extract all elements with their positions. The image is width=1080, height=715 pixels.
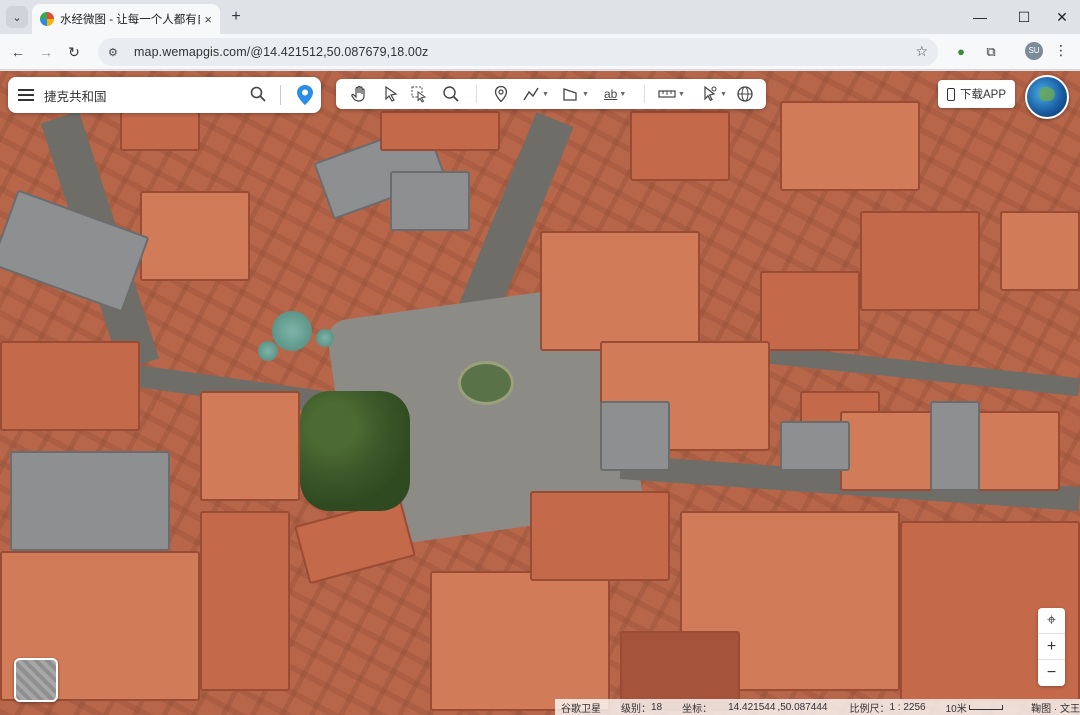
tab-list-icon[interactable]: ⌄ (6, 6, 28, 28)
extension-icon[interactable]: ● (952, 43, 970, 61)
window-maximize-button[interactable]: ☐ (1014, 7, 1034, 27)
bookmark-star-icon[interactable]: ☆ (915, 43, 928, 60)
rooftop (930, 401, 980, 491)
rooftop (600, 401, 670, 471)
base-layer-switcher[interactable] (14, 658, 58, 702)
marker-icon[interactable] (492, 84, 510, 104)
browser-address-bar: ← → ↻ ⚙ map.wemapgis.com/@14.421512,50.0… (0, 34, 1080, 70)
window-close-button[interactable]: ✕ (1052, 7, 1072, 27)
scale-label: 10米 (945, 703, 967, 715)
rooftop (140, 191, 250, 281)
reload-button[interactable]: ↻ (64, 42, 84, 62)
map-status-bar: 谷歌卫星 级别： 18 坐标： 14.421544 , 50.087444 比例… (555, 699, 1080, 715)
coordinate-label: 坐标： (682, 703, 713, 715)
rooftop (120, 111, 200, 151)
url-text: map.wemapgis.com/@14.421512,50.087679,18… (134, 45, 429, 59)
location-pin-icon[interactable] (297, 85, 313, 105)
download-app-button[interactable]: 下载APP (938, 80, 1015, 108)
place-search-box[interactable]: 捷克共和国 (8, 77, 321, 113)
map-credit: 鞠图 · 文王 (1031, 703, 1080, 715)
site-favicon-icon (40, 12, 54, 26)
search-icon[interactable] (250, 86, 266, 102)
pointer-icon[interactable] (382, 84, 400, 104)
rooftop (530, 491, 670, 581)
forward-button[interactable]: → (36, 42, 56, 62)
toolbar-divider (476, 85, 477, 103)
rooftop (540, 231, 700, 351)
rooftop (390, 171, 470, 231)
menu-kebab-icon[interactable]: ⋮ (1054, 42, 1068, 62)
puzzle-icon[interactable]: ⧉ (982, 43, 1000, 61)
pan-hand-icon[interactable] (350, 84, 368, 104)
zoom-in-button[interactable]: + (1038, 634, 1065, 660)
back-button[interactable]: ← (8, 42, 28, 62)
rooftop (860, 211, 980, 311)
church-dome (272, 311, 312, 351)
zoom-out-button[interactable]: − (1038, 660, 1065, 686)
rooftop (200, 511, 290, 691)
rooftop (630, 111, 730, 181)
park-trees (300, 391, 410, 511)
rooftop (430, 571, 610, 711)
rooftop (380, 111, 500, 151)
church-dome (258, 341, 278, 361)
window-minimize-button[interactable]: — (970, 7, 990, 27)
text-label-icon[interactable]: ab ▼ (604, 84, 626, 104)
tab-close-icon[interactable]: × (204, 12, 212, 27)
polygon-icon[interactable]: ▼ (562, 84, 589, 104)
rooftop (10, 451, 170, 551)
jan-hus-memorial (458, 361, 514, 405)
toolbar-divider (644, 85, 645, 103)
longitude-value: 14.421544 (728, 701, 776, 713)
imagery-source: 谷歌卫星 (561, 703, 601, 715)
globe-icon[interactable] (736, 84, 754, 104)
cursor-tools-icon[interactable]: ▼ (700, 84, 727, 104)
browser-tab-bar: ⌄ 水经微图 - 让每一个人都有自己 × + — ☐ ✕ (0, 0, 1080, 34)
zoom-level-value: 18 (651, 701, 663, 713)
street (749, 343, 1080, 397)
church-dome (316, 329, 334, 347)
zoom-level-label: 级别： (621, 703, 651, 715)
zoom-controls: ⌖ + − (1038, 608, 1065, 686)
hamburger-menu-icon[interactable] (18, 89, 34, 101)
tab-title: 水经微图 - 让每一个人都有自己 (60, 14, 200, 26)
rooftop (780, 421, 850, 471)
earth-view-toggle-icon[interactable] (1025, 75, 1069, 119)
rooftop (1000, 211, 1080, 291)
browser-tab-active[interactable]: 水经微图 - 让每一个人都有自己 × (32, 4, 220, 34)
download-app-label: 下载APP (959, 89, 1006, 101)
ruler-icon[interactable]: ▼ (658, 84, 685, 104)
scale-bar (968, 704, 1004, 710)
rooftop (200, 391, 300, 501)
map-tools-toolbar: ▼ ▼ ab ▼ ▼ ▼ (336, 79, 766, 109)
select-box-icon[interactable] (410, 84, 428, 104)
ratio-value: 1 : 2256 (889, 701, 926, 713)
site-settings-icon[interactable]: ⚙ (108, 46, 122, 59)
search-divider (280, 85, 281, 105)
phone-icon (946, 87, 955, 101)
search-input[interactable]: 捷克共和国 (44, 86, 234, 105)
rooftop (780, 101, 920, 191)
text-tool-label: ab (604, 87, 618, 101)
zoom-search-icon[interactable] (442, 84, 460, 104)
new-tab-button[interactable]: + (226, 7, 246, 27)
polyline-icon[interactable]: ▼ (522, 84, 549, 104)
rooftop (0, 341, 140, 431)
ratio-label: 比例尺： (849, 703, 890, 715)
satellite-map[interactable] (0, 71, 1080, 715)
url-field[interactable]: ⚙ map.wemapgis.com/@14.421512,50.087679,… (98, 38, 938, 66)
rooftop (760, 271, 860, 351)
profile-avatar[interactable]: SU (1025, 42, 1043, 60)
locate-me-icon[interactable]: ⌖ (1038, 608, 1065, 634)
latitude-value: 50.087444 (780, 701, 828, 713)
